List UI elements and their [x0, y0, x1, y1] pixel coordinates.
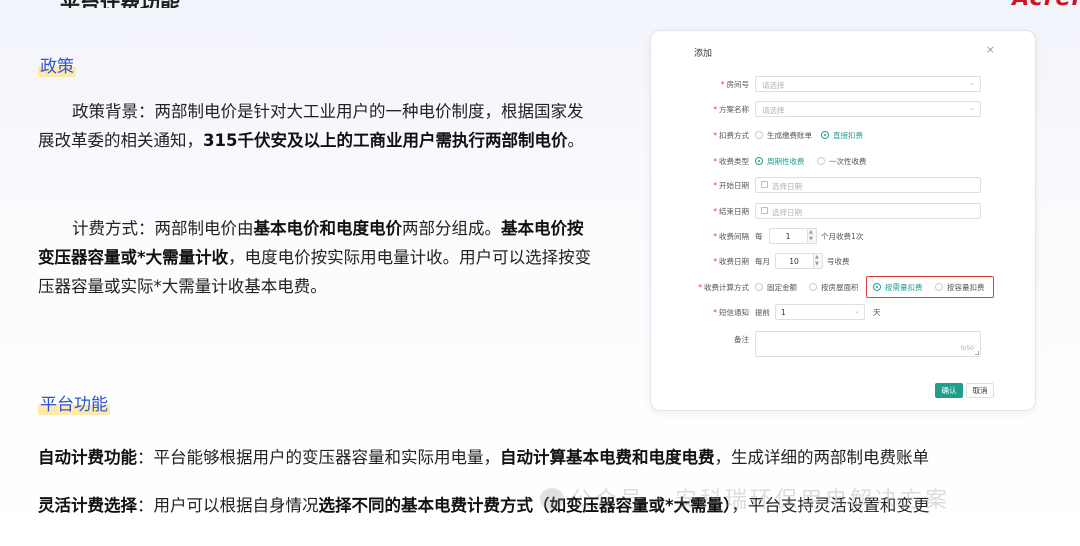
- highlight-box: [866, 276, 994, 298]
- deduct-direct-radio[interactable]: 直接扣费: [821, 130, 863, 141]
- fixed-amount-radio[interactable]: 固定金额: [755, 282, 797, 293]
- plan-row: * 方案名称 请选择 ⌄: [651, 101, 1037, 117]
- start-date-label: 开始日期: [719, 181, 749, 190]
- start-date-row: * 开始日期 选择日期: [651, 177, 1037, 193]
- deduct-label: 扣费方式: [719, 131, 749, 140]
- dialog-title: 添加: [694, 49, 713, 59]
- add-dialog: 添加 × * 房间号 请选择 ⌄ * 方案名称 请选择 ⌄ * 扣费方式 生成缴费账单…: [650, 30, 1036, 411]
- auto-text-2: ，生成详细的两部制电费账单: [714, 448, 930, 467]
- one-time-radio[interactable]: 一次性收费: [817, 156, 867, 167]
- caret-down-icon: ▼: [815, 261, 819, 267]
- interval-stepper[interactable]: 1 ▲ ▼: [769, 228, 817, 244]
- top-header: 平台计费功能 Acrel: [0, 0, 1080, 8]
- sms-row: * 短信通知 提前 1 ⌄ 天: [651, 304, 1037, 320]
- plan-select[interactable]: 请选择 ⌄: [755, 101, 981, 117]
- chevron-down-icon: ⌄: [854, 307, 860, 315]
- policy-background-paragraph: 政策背景：两部制电价是针对大工业用户的一种电价制度，根据国家发展改革委的相关通知…: [38, 97, 598, 155]
- radio-icon: [755, 131, 763, 139]
- end-date-label: 结束日期: [719, 207, 749, 216]
- confirm-button[interactable]: 确认: [935, 383, 963, 398]
- remark-label: 备注: [734, 335, 749, 344]
- radio-checked-icon: [821, 131, 829, 139]
- method-text-1: 计费方式：两部制电价由: [72, 219, 254, 238]
- auto-billing-label: 自动计费功能: [38, 448, 137, 467]
- cancel-button[interactable]: 取消: [966, 383, 994, 398]
- calendar-icon: [761, 207, 768, 214]
- method-bold-1: 基本电价和电度电价: [253, 219, 403, 238]
- charge-type-label: 收费类型: [719, 157, 749, 166]
- calendar-icon: [761, 181, 768, 188]
- interval-row: * 收费间隔 每 1 ▲ ▼ 个月收费1次: [713, 228, 864, 244]
- sms-days-select[interactable]: 1 ⌄: [775, 304, 865, 320]
- room-label: 房间号: [726, 80, 750, 89]
- radio-icon: [809, 283, 817, 291]
- auto-text-1: ：平台能够根据用户的变压器容量和实际用电量，: [137, 448, 500, 467]
- radio-checked-icon: [755, 157, 763, 165]
- room-select[interactable]: 请选择 ⌄: [755, 76, 981, 92]
- background-end: 。: [567, 131, 584, 150]
- caret-down-icon: ▼: [809, 236, 813, 242]
- flexible-billing-label: 灵活计费选择: [38, 496, 137, 515]
- header-title: 平台计费功能: [60, 0, 180, 8]
- method-text-2: 两部分组成。: [402, 219, 501, 238]
- chevron-down-icon: ⌄: [969, 104, 975, 112]
- remark-row: 备注 0/50: [651, 331, 1037, 359]
- room-row: * 房间号 请选择 ⌄: [651, 76, 1037, 92]
- auto-bold-1: 自动计算基本电费和电度电费: [500, 448, 715, 467]
- deduct-row: * 扣费方式 生成缴费账单 直接扣费: [713, 130, 863, 141]
- radio-icon: [755, 283, 763, 291]
- plan-label: 方案名称: [719, 105, 749, 114]
- interval-label: 收费间隔: [719, 232, 749, 241]
- by-area-radio[interactable]: 按房屋面积: [809, 282, 859, 293]
- policy-tag: 政策: [38, 52, 76, 77]
- periodic-radio[interactable]: 周期性收费: [755, 156, 805, 167]
- close-icon[interactable]: ×: [986, 43, 995, 56]
- room-placeholder: 请选择: [762, 81, 785, 90]
- end-date-row: * 结束日期 选择日期: [651, 203, 1037, 219]
- resize-grip-icon[interactable]: [975, 351, 979, 355]
- chevron-down-icon: ⌄: [969, 79, 975, 87]
- charge-day-stepper[interactable]: 10 ▲ ▼: [775, 253, 823, 269]
- deduct-bill-radio[interactable]: 生成缴费账单: [755, 130, 812, 141]
- watermark: 公众号 · 安科瑞环保用电解决方案: [540, 482, 950, 514]
- remark-textarea[interactable]: 0/50: [755, 331, 981, 357]
- calc-label: 收费计算方式: [704, 283, 749, 292]
- caret-up-icon: ▲: [815, 254, 819, 260]
- wechat-icon: [540, 488, 564, 510]
- charge-type-row: * 收费类型 周期性收费 一次性收费: [713, 156, 867, 167]
- auto-billing-line: 自动计费功能：平台能够根据用户的变压器容量和实际用电量，自动计算基本电费和电度电…: [38, 446, 929, 470]
- char-counter: 0/50: [960, 345, 974, 352]
- caret-up-icon: ▲: [809, 229, 813, 235]
- platform-tag: 平台功能: [38, 390, 110, 415]
- charge-day-row: * 收费日期 每月 10 ▲ ▼ 号收费: [713, 253, 850, 269]
- background-bold: 315千伏安及以上的工商业用户需执行两部制电价: [203, 131, 568, 150]
- flex-text-1: ：用户可以根据自身情况: [137, 496, 319, 515]
- end-date-picker[interactable]: 选择日期: [755, 203, 981, 219]
- radio-icon: [817, 157, 825, 165]
- plan-placeholder: 请选择: [762, 106, 785, 115]
- acrel-logo: Acrel: [1012, 0, 1080, 8]
- sms-label: 短信通知: [719, 308, 749, 317]
- billing-method-paragraph: 计费方式：两部制电价由基本电价和电度电价两部分组成。基本电价按变压器容量或*大需…: [38, 214, 598, 301]
- charge-day-label: 收费日期: [719, 257, 749, 266]
- start-date-picker[interactable]: 选择日期: [755, 177, 981, 193]
